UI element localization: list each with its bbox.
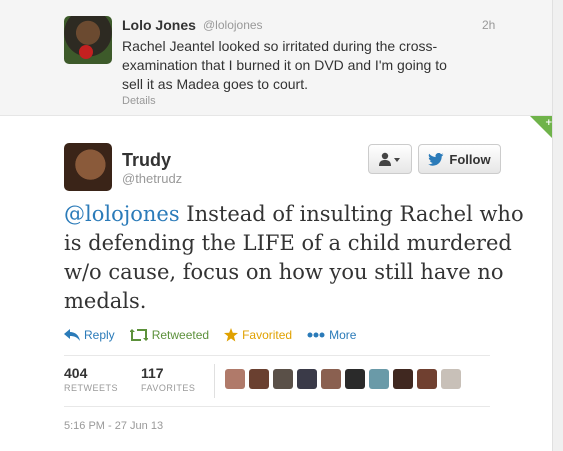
author-name[interactable]: Lolo Jones: [122, 17, 196, 33]
favoriter-avatar[interactable]: [393, 369, 413, 389]
user-actions-button[interactable]: [368, 144, 412, 174]
parent-tweet: Lolo Jones @lolojones 2h Rachel Jeantel …: [0, 0, 552, 116]
favoriter-avatars: [225, 369, 461, 389]
more-dots-icon: [307, 332, 325, 338]
tweet-stats: 404 RETWEETS 117 FAVORITES: [64, 355, 490, 407]
divider: [214, 364, 215, 398]
retweets-stat[interactable]: 404 RETWEETS: [64, 365, 118, 393]
reply-button[interactable]: Reply: [64, 328, 115, 342]
tweet-text: Rachel Jeantel looked so irritated durin…: [122, 38, 447, 92]
retweet-button[interactable]: Retweeted: [129, 328, 210, 342]
details-link[interactable]: Details: [122, 95, 156, 107]
favoriter-avatar[interactable]: [225, 369, 245, 389]
avatar[interactable]: [64, 143, 112, 191]
user-dropdown-icon: [379, 152, 400, 166]
favorites-stat[interactable]: 117 FAVORITES: [141, 365, 195, 393]
author-name[interactable]: Trudy: [122, 150, 171, 171]
star-icon: [224, 328, 239, 342]
mention-link[interactable]: @lolojones: [64, 202, 180, 226]
tweet-text: @lolojones Instead of insulting Rachel w…: [64, 200, 524, 316]
avatar[interactable]: [64, 16, 112, 64]
favoriter-avatar[interactable]: [321, 369, 341, 389]
favoriter-avatar[interactable]: [249, 369, 269, 389]
more-button[interactable]: More: [307, 328, 356, 342]
favoriter-avatar[interactable]: [297, 369, 317, 389]
favorite-button[interactable]: Favorited: [224, 328, 292, 342]
favoriter-avatar[interactable]: [273, 369, 293, 389]
scrollbar[interactable]: [552, 0, 563, 451]
svg-text:+: +: [545, 118, 552, 128]
follow-label: Follow: [449, 151, 491, 167]
corner-badge-icon: +: [530, 116, 552, 138]
favorites-count: 117: [141, 365, 164, 381]
tweet-actions: Reply Retweeted Favorited More: [64, 328, 371, 342]
favoriter-avatar[interactable]: [345, 369, 365, 389]
retweet-label: Retweeted: [151, 328, 210, 342]
tweet-time[interactable]: 2h: [482, 18, 495, 32]
retweet-icon: [129, 329, 148, 341]
favoriter-avatar[interactable]: [417, 369, 437, 389]
favoriter-avatar[interactable]: [369, 369, 389, 389]
follow-button[interactable]: Follow: [418, 144, 501, 174]
more-label: More: [329, 328, 357, 342]
reply-icon: [64, 329, 80, 341]
bird-icon: [428, 152, 444, 166]
author-handle[interactable]: @lolojones: [203, 18, 263, 32]
favorites-label: FAVORITES: [141, 383, 196, 393]
tweet-timestamp[interactable]: 5:16 PM - 27 Jun 13: [64, 420, 163, 432]
author-handle[interactable]: @thetrudz: [122, 171, 182, 186]
reply-label: Reply: [84, 328, 115, 342]
favoriter-avatar[interactable]: [441, 369, 461, 389]
retweets-label: RETWEETS: [64, 383, 119, 393]
retweets-count: 404: [64, 365, 88, 381]
favorite-label: Favorited: [242, 328, 293, 342]
